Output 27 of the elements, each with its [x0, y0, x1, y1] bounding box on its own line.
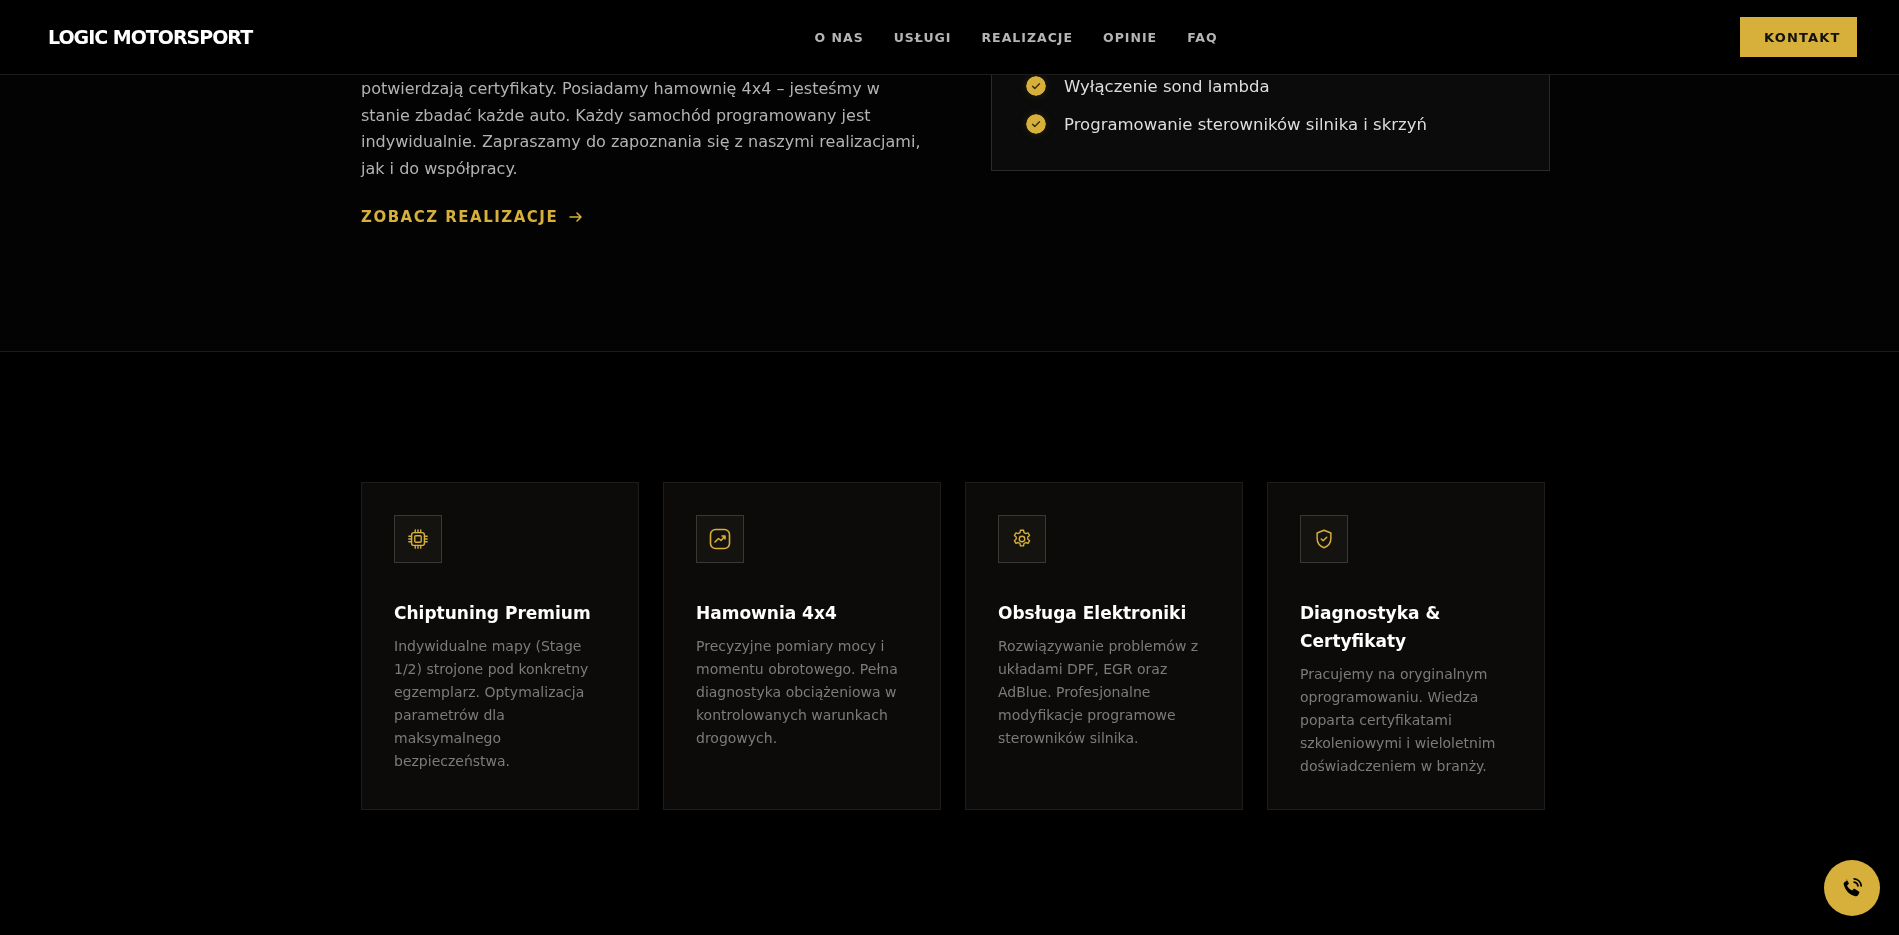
nav-link[interactable]: OPINIE	[1103, 29, 1158, 45]
service-title: Obsługa Elektroniki	[998, 602, 1188, 625]
feature-label: Programowanie sterowników silnika i skrzyń	[1064, 114, 1427, 134]
logo[interactable]: LOGIC MOTORSPORT	[48, 26, 253, 48]
shield-check-icon	[1313, 528, 1335, 550]
nav-link[interactable]: O NAS	[814, 29, 864, 45]
service-description: Indywidualne mapy (Stage 1/2) strojone pod konkretny egzemplarz. Optymalizacja parametrów dla maksymalnego bezpieczeństwa.	[394, 637, 590, 771]
service-title: Hamownia 4x4	[696, 602, 838, 625]
arrow-icon	[568, 209, 585, 225]
call-button[interactable]	[1824, 860, 1880, 916]
gear-icon	[1011, 528, 1033, 550]
check-icon	[1026, 114, 1046, 134]
feature-label: Wyłączenie sond lambda	[1064, 76, 1270, 96]
contact-button[interactable]: KONTAKT	[1740, 17, 1857, 57]
service-title: Diagnostyka & Certyfikaty	[1300, 602, 1442, 653]
intro-paragraph: potwierdzają certyfikaty. Posiadamy hamownię 4x4 – jesteśmy w stanie zbadać każde auto. Każdy samochód programowany jest indywidualnie. Zapraszamy do zapoznania się z naszymi realizacjami, jak i do współpracy.	[361, 78, 922, 180]
nav-link[interactable]: USŁUGI	[893, 29, 952, 45]
see-projects-link[interactable]: ZOBACZ REALIZACJE	[361, 208, 585, 226]
service-description: Rozwiązywanie problemów z układami DPF, EGR oraz AdBlue. Profesjonalne modyfikacje programowe sterowników silnika.	[998, 637, 1200, 748]
service-title: Chiptuning Premium	[394, 602, 592, 625]
nav-link[interactable]: REALIZACJE	[981, 29, 1074, 45]
chip-icon	[407, 528, 429, 550]
nav-link[interactable]: FAQ	[1187, 29, 1218, 45]
service-description: Pracujemy na oryginalnym oprogramowaniu. Wiedza poparta certyfikatami szkoleniowymi i wieloletnim doświadczeniem w branży.	[1300, 665, 1497, 776]
check-icon	[1026, 76, 1046, 96]
trend-chart-icon	[708, 527, 732, 551]
service-description: Precyzyjne pomiary mocy i momentu obrotowego. Pełna diagnostyka obciążeniowa w kontrolowanych warunkach drogowych.	[696, 637, 899, 748]
